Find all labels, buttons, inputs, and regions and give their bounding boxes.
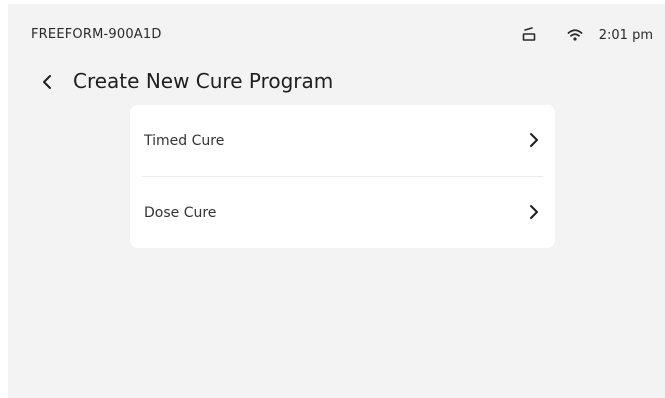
clock: 2:01 pm (598, 27, 653, 43)
device-name: FREEFORM-900A1D (31, 27, 162, 42)
lamp-icon (519, 25, 539, 45)
page-title: Create New Cure Program (73, 69, 334, 93)
program-type-menu: Timed Cure Dose Cure (130, 105, 555, 248)
chevron-right-icon (527, 132, 541, 148)
back-button[interactable] (36, 71, 58, 93)
status-bar: FREEFORM-900A1D 2:01 pm (8, 4, 665, 66)
menu-item-dose-cure[interactable]: Dose Cure (130, 177, 555, 248)
chevron-left-icon (42, 74, 52, 90)
page-header: Create New Cure Program (8, 66, 665, 100)
menu-item-label: Timed Cure (144, 133, 225, 149)
menu-item-timed-cure[interactable]: Timed Cure (130, 105, 555, 176)
menu-item-label: Dose Cure (144, 205, 217, 221)
chevron-right-icon (527, 204, 541, 220)
status-indicators: 2:01 pm (519, 24, 653, 46)
screen: FREEFORM-900A1D 2:01 pm Create New Cure … (8, 4, 665, 398)
wifi-icon (565, 25, 585, 45)
